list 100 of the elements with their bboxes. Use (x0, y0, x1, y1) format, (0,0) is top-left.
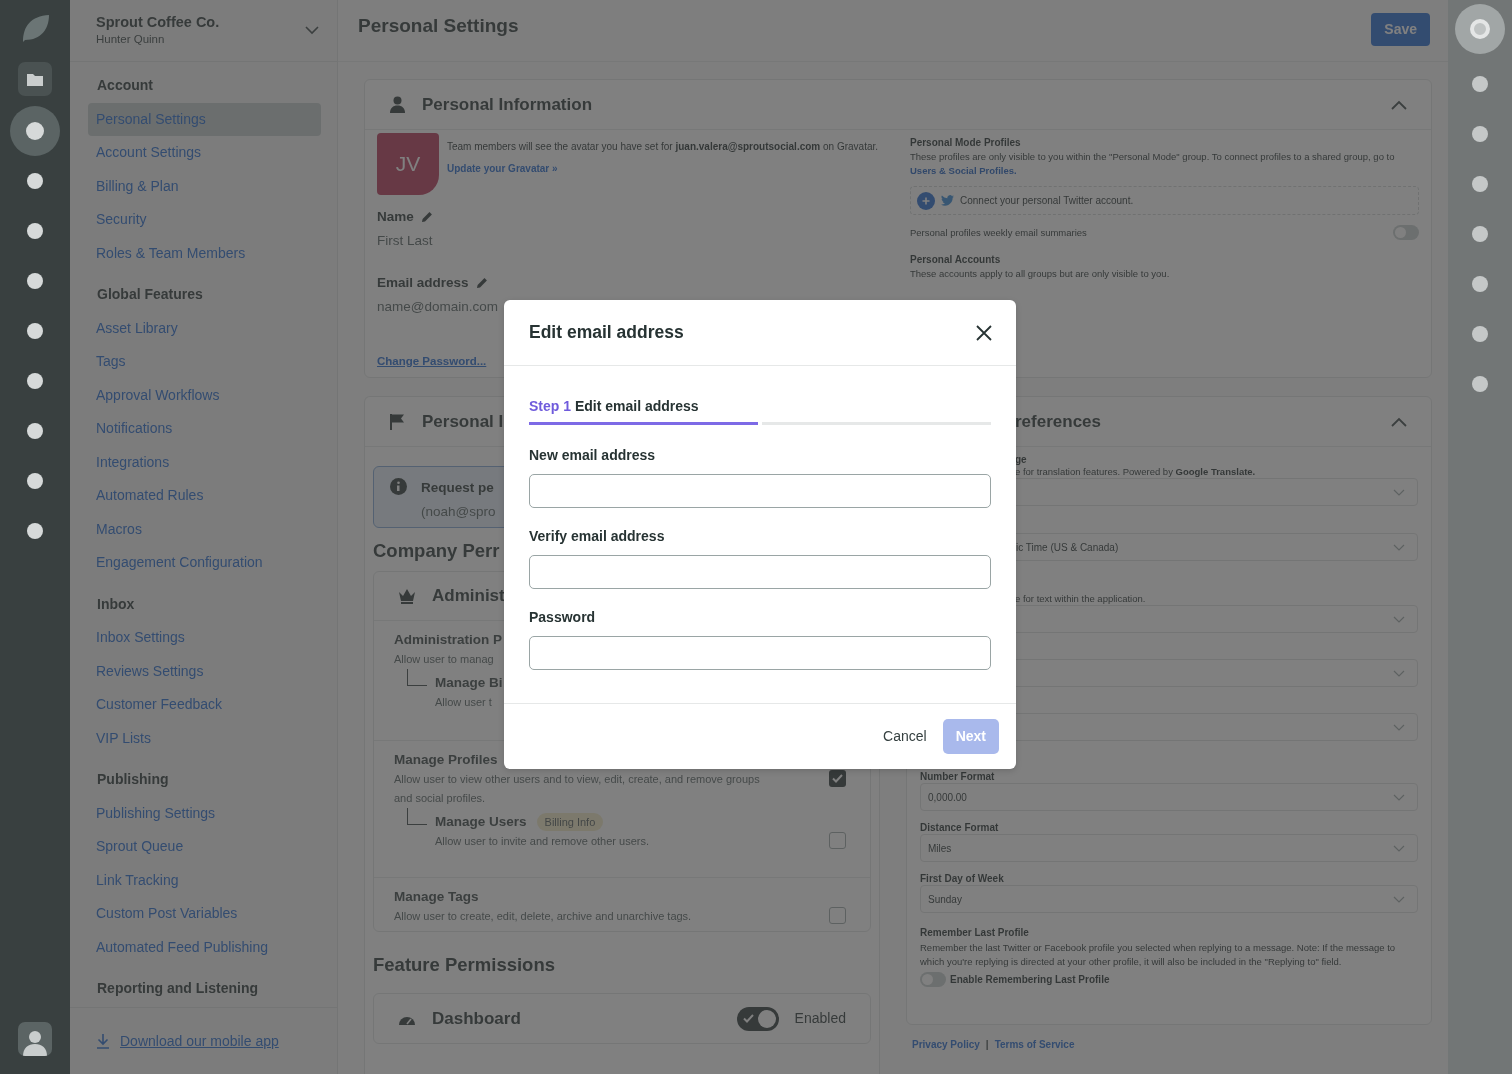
select-field[interactable]: Sunday (920, 885, 1418, 913)
rail-item[interactable] (27, 423, 43, 439)
select-field[interactable]: 0,000.00 (920, 783, 1418, 811)
sidebar-item[interactable]: Reviews Settings (88, 654, 321, 688)
close-button[interactable] (974, 322, 994, 343)
sidebar-item[interactable]: Custom Post Variables (88, 897, 321, 931)
alert-title: Request pe (421, 479, 495, 497)
checkbox[interactable] (829, 907, 846, 924)
gravatar-link[interactable]: Update your Gravatar » (447, 163, 558, 174)
toggle-switch[interactable] (736, 1006, 779, 1031)
section-heading: Publishing (96, 770, 170, 789)
rail-item[interactable] (27, 273, 43, 289)
info-icon (390, 478, 407, 495)
sidebar-item[interactable]: Roles & Team Members (88, 236, 321, 270)
chevron-down-icon (1393, 793, 1405, 801)
toggle-label: Enable Remembering Last Profile (950, 973, 1110, 986)
pencil-icon[interactable] (420, 211, 433, 224)
billing-tag: Billing Info (536, 812, 604, 832)
rail-item[interactable] (27, 223, 43, 239)
select-value: Miles (928, 841, 952, 856)
rail-item[interactable] (27, 373, 43, 389)
sidebar-item[interactable]: Integrations (88, 445, 321, 479)
field-label: Number Format (920, 771, 995, 782)
rail-item[interactable] (10, 106, 60, 156)
connect-account-row[interactable]: Connect your personal Twitter account. (910, 186, 1419, 215)
check-icon (742, 1014, 754, 1023)
sidebar-item[interactable]: Macros (88, 512, 321, 546)
section-heading: Inbox (96, 594, 136, 614)
input-field[interactable] (529, 555, 991, 589)
sidebar-item[interactable]: Notifications (88, 412, 321, 446)
field-label: Verify email address (529, 527, 665, 546)
description-text: These profiles are only visible to you within the "Personal Mode" group. To connect profiles to a shared group, go to Users & Social Profiles. (910, 150, 1396, 178)
rail-item[interactable] (27, 523, 43, 539)
user-name: Hunter Quinn (96, 31, 166, 47)
cancel-button[interactable]: Cancel (875, 720, 935, 753)
sidebar-item[interactable]: Asset Library (88, 311, 321, 345)
field-label: First Day of Week (920, 873, 1004, 884)
checkbox[interactable] (829, 832, 846, 849)
field-label: New email address (529, 446, 656, 465)
section-heading: Account (96, 76, 154, 95)
permission-title: Manage Profiles (394, 751, 498, 769)
sidebar-item[interactable]: Account Settings (88, 136, 321, 170)
chevron-down-icon (1393, 615, 1405, 623)
chevron-up-icon[interactable] (1391, 416, 1407, 427)
permission-title: Manage Bi (435, 674, 503, 692)
field-value: name@domain.com (377, 297, 499, 316)
sidebar-item[interactable]: Tags (88, 345, 321, 379)
sidebar-item[interactable]: Customer Feedback (88, 688, 321, 722)
sidebar-item[interactable]: Billing & Plan (88, 169, 321, 203)
page-title: Personal Settings (358, 14, 519, 38)
google-translate-link[interactable]: Google Translate. (1175, 466, 1256, 477)
section-heading: Reporting and Listening (96, 979, 259, 998)
select-value: 0,000.00 (928, 790, 967, 805)
sidebar-item[interactable]: Sprout Queue (88, 830, 321, 864)
field-label: Name (377, 208, 414, 226)
sidebar-item[interactable]: Engagement Configuration (88, 546, 321, 580)
folder-icon[interactable] (18, 62, 52, 96)
description-text: These accounts apply to all groups but are only visible to you. (910, 267, 1171, 281)
change-password-link[interactable]: Change Password... (377, 353, 487, 371)
sidebar-item[interactable]: Automated Rules (88, 479, 321, 513)
permission-title: Manage Tags (394, 888, 479, 906)
sidebar-item[interactable]: Automated Feed Publishing (88, 930, 321, 964)
plus-icon[interactable] (917, 191, 935, 210)
mobile-app-link[interactable]: Download our mobile app (120, 1030, 279, 1052)
profile-avatar-icon[interactable] (1455, 4, 1505, 54)
pencil-icon[interactable] (475, 276, 488, 289)
connector-line (407, 808, 427, 825)
select-field[interactable]: Miles (920, 834, 1418, 862)
rail-item[interactable] (27, 323, 43, 339)
chevron-down-icon[interactable] (305, 26, 319, 35)
user-icon (389, 96, 406, 113)
user-avatar-icon[interactable] (18, 1022, 52, 1056)
section-heading: Feature Permissions (373, 954, 555, 976)
section-title: Personal Information (422, 93, 593, 116)
users-profiles-link[interactable]: Users & Social Profiles. (910, 165, 1017, 176)
toggle-state: Enabled (794, 1009, 846, 1028)
sidebar-item[interactable]: Personal Settings (88, 102, 321, 136)
checkbox[interactable] (829, 770, 846, 787)
sidebar-item[interactable]: VIP Lists (88, 721, 321, 755)
download-icon[interactable] (96, 1033, 110, 1049)
sidebar-item[interactable]: Security (88, 203, 321, 237)
separator-text: | (985, 1038, 989, 1052)
rail-item[interactable] (27, 473, 43, 489)
sidebar-item[interactable]: Link Tracking (88, 863, 321, 897)
rail-item[interactable] (27, 173, 43, 189)
sidebar-item[interactable]: Approval Workflows (88, 378, 321, 412)
connector-line (407, 669, 427, 686)
org-name: Sprout Coffee Co. (96, 12, 221, 31)
subsection-title: Personal Accounts (910, 253, 1002, 267)
chevron-up-icon[interactable] (1391, 99, 1407, 110)
input-field[interactable] (529, 636, 991, 670)
sidebar-item[interactable]: Inbox Settings (88, 621, 321, 655)
connect-text: Connect your personal Twitter account. (960, 194, 1134, 208)
save-button[interactable]: Save (1371, 13, 1430, 46)
feature-title: Dashboard (432, 1007, 521, 1030)
bird-icon (941, 195, 954, 206)
sidebar-item[interactable]: Publishing Settings (88, 796, 321, 830)
footer-link[interactable]: Terms of Service (994, 1037, 1075, 1052)
input-field[interactable] (529, 474, 991, 508)
footer-link[interactable]: Privacy Policy (912, 1037, 980, 1052)
